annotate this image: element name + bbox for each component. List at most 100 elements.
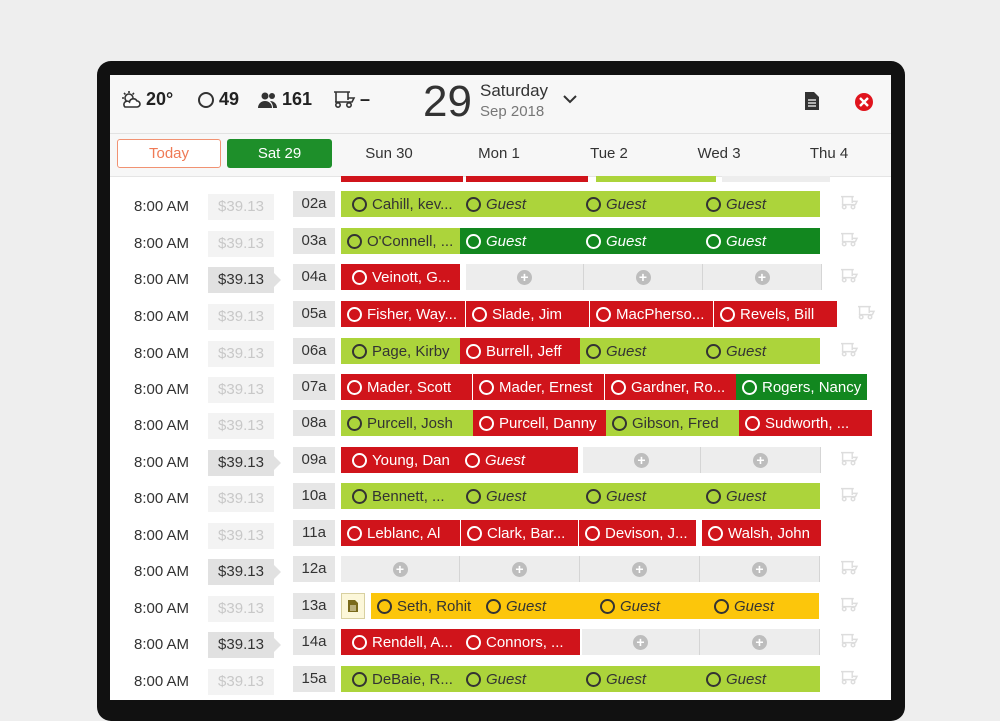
booking-slot[interactable]: Guest <box>580 483 700 509</box>
booking-slot[interactable]: Bennett, ... <box>341 483 460 509</box>
booking-slot[interactable]: Rendell, A... <box>341 629 460 655</box>
golf-cart-icon[interactable] <box>839 560 859 576</box>
booking-slot[interactable]: Guest <box>460 483 580 509</box>
booking-slot[interactable]: Guest <box>580 191 700 217</box>
close-icon[interactable] <box>854 92 874 112</box>
booking-slot[interactable]: Guest <box>459 447 578 473</box>
booking-slot[interactable]: MacPherso... <box>589 301 713 327</box>
booking-slot[interactable]: Guest <box>594 593 708 619</box>
booking-slot[interactable]: Gardner, Ro... <box>604 374 736 400</box>
empty-slot[interactable]: + <box>703 264 822 290</box>
table-row[interactable]: 8:00 AM $39.13 07a Mader, Scott Mader, E… <box>110 372 891 408</box>
table-row[interactable]: 8:00 AM $39.13 10a Bennett, ... Guest Gu… <box>110 481 891 517</box>
tee-time: 8:00 AM <box>134 454 190 471</box>
table-row[interactable]: 8:00 AM $39.13 04a Veinott, G... + + + <box>110 262 891 298</box>
table-row[interactable]: 8:00 AM $39.13 13a Seth, Rohit Guest Gue… <box>110 591 891 627</box>
empty-slot[interactable]: + <box>701 447 821 473</box>
booking-slot[interactable]: DeBaie, R... <box>341 666 460 692</box>
table-row[interactable]: 8:00 AM $39.13 02a Cahill, kev... Guest … <box>110 189 891 225</box>
golf-cart-icon[interactable] <box>839 451 859 467</box>
golf-cart-icon[interactable] <box>839 232 859 248</box>
booking-slot[interactable]: Revels, Bill <box>713 301 837 327</box>
empty-slot[interactable]: + <box>460 556 580 582</box>
booking-slot[interactable]: Rogers, Nancy <box>736 374 867 400</box>
booking-slot[interactable]: Young, Dan <box>341 447 459 473</box>
booking-slot[interactable]: Guest <box>700 338 820 364</box>
golf-cart-icon[interactable] <box>839 670 859 686</box>
today-button[interactable]: Today <box>117 139 221 168</box>
booking-slot[interactable]: Sudworth, ... <box>739 410 872 436</box>
booking-slot[interactable]: Guest <box>700 191 820 217</box>
booking-slot[interactable]: Purcell, Danny <box>473 410 606 436</box>
booking-slot[interactable]: Slade, Jim <box>465 301 589 327</box>
empty-slot[interactable]: + <box>341 556 460 582</box>
booking-slot[interactable]: Leblanc, Al <box>341 520 460 546</box>
booking-slot[interactable]: Burrell, Jeff <box>460 338 580 364</box>
booking-slot[interactable]: Walsh, John <box>702 520 821 546</box>
booking-slot[interactable]: Guest <box>580 666 700 692</box>
tab-mon-1[interactable]: Mon 1 <box>450 139 548 168</box>
empty-slot[interactable]: + <box>700 556 820 582</box>
golf-cart-icon[interactable] <box>839 633 859 649</box>
booking-slot[interactable]: Cahill, kev... <box>341 191 460 217</box>
table-row[interactable]: 8:00 AM $39.13 03a O'Connell, ... Guest … <box>110 226 891 262</box>
booking-slot[interactable]: Veinott, G... <box>341 264 460 290</box>
booking-slot[interactable]: Seth, Rohit <box>371 593 480 619</box>
booking-slot[interactable]: Guest <box>700 666 820 692</box>
booking-slot[interactable]: Connors, ... <box>460 629 580 655</box>
empty-slot[interactable]: + <box>582 629 700 655</box>
add-icon: + <box>512 561 527 577</box>
price: $39.13 <box>208 267 281 293</box>
booking-slot[interactable]: Guest <box>460 666 580 692</box>
booking-slot[interactable]: Guest <box>700 483 820 509</box>
table-row[interactable]: 8:00 AM $39.13 12a + + + + <box>110 554 891 590</box>
hole-label: 11a <box>293 520 335 546</box>
booking-slot[interactable]: Guest <box>580 338 700 364</box>
players-stat: 49 <box>197 89 239 110</box>
golf-cart-icon[interactable] <box>839 268 859 284</box>
empty-slot[interactable]: + <box>583 447 701 473</box>
empty-slot[interactable]: + <box>580 556 700 582</box>
chevron-down-icon[interactable] <box>562 93 578 105</box>
booking-slot[interactable]: Mader, Scott <box>341 374 472 400</box>
booking-slot[interactable]: Guest <box>700 228 820 254</box>
table-row[interactable]: 8:00 AM $39.13 11a Leblanc, Al Clark, Ba… <box>110 518 891 554</box>
golf-cart-icon[interactable] <box>839 597 859 613</box>
booking-slot[interactable]: Purcell, Josh <box>341 410 473 436</box>
tab-wed-3[interactable]: Wed 3 <box>670 139 768 168</box>
empty-slot[interactable]: + <box>700 629 820 655</box>
tee-time: 8:00 AM <box>134 636 190 653</box>
booking-slot[interactable]: Gibson, Fred <box>606 410 739 436</box>
booking-slot[interactable]: Guest <box>580 228 700 254</box>
tab-thu-4[interactable]: Thu 4 <box>780 139 878 168</box>
tab-sat-29[interactable]: Sat 29 <box>227 139 332 168</box>
booking-slot[interactable]: Guest <box>708 593 819 619</box>
tab-sun-30[interactable]: Sun 30 <box>340 139 438 168</box>
document-icon[interactable] <box>804 91 820 111</box>
price: $39.13 <box>208 559 281 585</box>
table-row[interactable]: 8:00 AM $39.13 14a Rendell, A... Connors… <box>110 627 891 663</box>
tee-time: 8:00 AM <box>134 527 190 544</box>
table-row[interactable]: 8:00 AM $39.13 15a DeBaie, R... Guest Gu… <box>110 664 891 700</box>
golf-cart-icon[interactable] <box>839 195 859 211</box>
empty-slot[interactable]: + <box>466 264 584 290</box>
table-row[interactable]: 8:00 AM $39.13 09a Young, Dan Guest + + <box>110 445 891 481</box>
empty-slot[interactable]: + <box>584 264 703 290</box>
note-icon[interactable] <box>341 593 365 619</box>
booking-slot[interactable]: O'Connell, ... <box>341 228 460 254</box>
booking-slot[interactable]: Fisher, Way... <box>341 301 465 327</box>
booking-slot[interactable]: Guest <box>480 593 594 619</box>
booking-slot[interactable]: Guest <box>460 228 580 254</box>
table-row[interactable]: 8:00 AM $39.13 06a Page, Kirby Burrell, … <box>110 336 891 372</box>
table-row[interactable]: 8:00 AM $39.13 08a Purcell, Josh Purcell… <box>110 408 891 444</box>
golf-cart-icon[interactable] <box>856 305 876 321</box>
booking-slot[interactable]: Clark, Bar... <box>460 520 578 546</box>
booking-slot[interactable]: Devison, J... <box>578 520 696 546</box>
booking-slot[interactable]: Page, Kirby <box>341 338 460 364</box>
table-row[interactable]: 8:00 AM $39.13 05a Fisher, Way... Slade,… <box>110 299 891 335</box>
golf-cart-icon[interactable] <box>839 342 859 358</box>
booking-slot[interactable]: Mader, Ernest <box>472 374 604 400</box>
booking-slot[interactable]: Guest <box>460 191 580 217</box>
tab-tue-2[interactable]: Tue 2 <box>560 139 658 168</box>
golf-cart-icon[interactable] <box>839 487 859 503</box>
